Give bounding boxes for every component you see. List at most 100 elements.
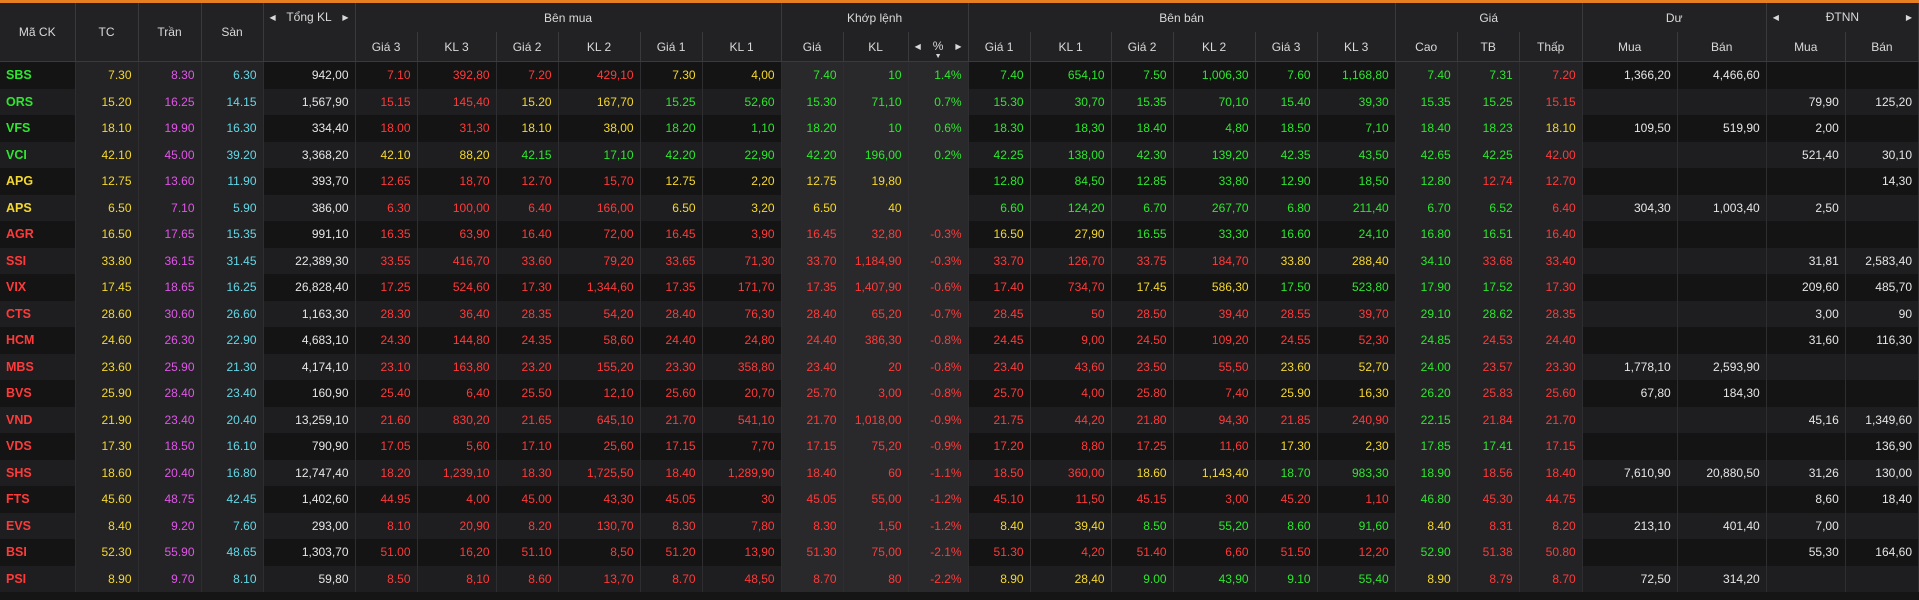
sell-volume-cell: 240,90 [1317,406,1396,433]
board-row[interactable]: HCM 24.60 26.30 22.90 4,683,10 24.30 144,80 24.… [0,327,1919,354]
caret-left-icon[interactable]: ◀ [1773,3,1779,32]
board-row[interactable]: EVS 8.40 9.20 7.60 293,00 8.10 20,90 8.20 130,70… [0,512,1919,539]
col-buy-vol-3[interactable]: KL 3 [417,32,497,62]
buy-price-cell: 21.65 [496,406,559,433]
total-volume-cell: 393,70 [263,168,356,195]
buy-volume-cell: 22,90 [702,141,782,168]
buy-volume-cell: 43,30 [558,486,641,513]
col-buy-price-1[interactable]: Giá 1 [640,32,703,62]
remaining-sell-cell [1677,141,1767,168]
caret-left-icon[interactable]: ◀ [270,3,276,32]
remaining-buy-cell: 213,10 [1582,512,1678,539]
board-row[interactable]: SHS 18.60 20.40 16.80 12,747,40 18.20 1,239,10… [0,459,1919,486]
sell-price-cell: 8.60 [1255,512,1318,539]
col-buy-price-3[interactable]: Giá 3 [355,32,418,62]
symbol-cell: VCI [0,141,76,168]
low-cell: 17.15 [1519,433,1583,460]
board-row[interactable]: BVS 25.90 28.40 23.40 160,90 25.40 6,40 25.50 12… [0,380,1919,407]
col-floor[interactable]: Sàn [201,3,264,62]
foreign-sell-cell: 14,30 [1845,168,1919,195]
remaining-sell-cell [1677,247,1767,274]
remaining-buy-cell [1582,406,1678,433]
sell-volume-cell: 39,70 [1317,300,1396,327]
col-match-percent[interactable]: ◀ % ▼ ▶ [908,32,969,62]
col-foreign-sell[interactable]: Bán [1845,32,1919,62]
col-sell-vol-3[interactable]: KL 3 [1317,32,1396,62]
col-foreign-buy[interactable]: Mua [1766,32,1846,62]
match-volume-cell: 60 [843,459,909,486]
sell-volume-cell: 70,10 [1173,88,1256,115]
remaining-buy-cell: 72,50 [1582,565,1678,592]
col-buy-vol-2[interactable]: KL 2 [558,32,641,62]
floor-cell: 16.80 [201,459,264,486]
symbol-cell: VND [0,406,76,433]
average-cell: 16.51 [1457,221,1520,248]
match-price-cell: 12.75 [781,168,844,195]
board-row[interactable]: VDS 17.30 18.50 16.10 790,90 17.05 5,60 17.10 25… [0,433,1919,460]
col-match-price[interactable]: Giá [781,32,844,62]
foreign-buy-cell [1766,433,1846,460]
remaining-sell-cell [1677,221,1767,248]
sell-volume-cell: 586,30 [1173,274,1256,301]
board-row[interactable]: AGR 16.50 17.65 15.35 991,10 16.35 63,90 16.40 7… [0,221,1919,248]
caret-right-icon[interactable]: ▶ [342,3,348,32]
col-remaining-buy[interactable]: Mua [1582,32,1678,62]
high-cell: 7.40 [1395,61,1458,89]
caret-right-icon[interactable]: ▶ [955,32,961,61]
board-row[interactable]: CTS 28.60 30.60 26.60 1,163,30 28.30 36,40 28.3… [0,300,1919,327]
col-sell-price-2[interactable]: Giá 2 [1111,32,1174,62]
col-match-volume[interactable]: KL [843,32,909,62]
sell-price-cell: 15.30 [968,88,1031,115]
buy-price-cell: 12.65 [355,168,418,195]
board-row[interactable]: VND 21.90 23.40 20.40 13,259,10 21.60 830,20 21… [0,406,1919,433]
match-price-cell: 6.50 [781,194,844,221]
board-row[interactable]: FTS 45.60 48.75 42.45 1,402,60 44.95 4,00 45.00… [0,486,1919,513]
col-ceiling[interactable]: Trần [138,3,202,62]
board-row[interactable]: ORS 15.20 16.25 14.15 1,567,90 15.15 145,40 15.… [0,88,1919,115]
low-cell: 50.80 [1519,539,1583,566]
board-row[interactable]: MBS 23.60 25.90 21.30 4,174,10 23.10 163,80 23.… [0,353,1919,380]
col-high[interactable]: Cao [1395,32,1458,62]
board-row[interactable]: SSI 33.80 36.15 31.45 22,389,30 33.55 416,70 33… [0,247,1919,274]
total-volume-cell: 12,747,40 [263,459,356,486]
ceiling-cell: 18.65 [138,274,202,301]
symbol-cell: APG [0,168,76,195]
col-buy-price-2[interactable]: Giá 2 [496,32,559,62]
board-row[interactable]: PSI 8.90 9.70 8.10 59,80 8.50 8,10 8.60 13,70 8.7… [0,565,1919,592]
caret-right-icon[interactable]: ▶ [1906,3,1912,32]
sell-price-cell: 18.30 [968,115,1031,142]
col-buy-vol-1[interactable]: KL 1 [702,32,782,62]
board-row[interactable]: VIX 17.45 18.65 16.25 26,828,40 17.25 524,60 17… [0,274,1919,301]
col-sell-price-3[interactable]: Giá 3 [1255,32,1318,62]
col-sell-vol-1[interactable]: KL 1 [1030,32,1112,62]
symbol-cell: VFS [0,115,76,142]
col-average[interactable]: TB [1457,32,1520,62]
col-sell-vol-2[interactable]: KL 2 [1173,32,1256,62]
symbol-cell: ORS [0,88,76,115]
buy-volume-cell: 1,239,10 [417,459,497,486]
col-symbol[interactable]: Mã CK [0,3,76,62]
col-low[interactable]: Thấp [1519,32,1583,62]
board-row[interactable]: VFS 18.10 19.90 16.30 334,40 18.00 31,30 18.10 3… [0,115,1919,142]
floor-cell: 5.90 [201,194,264,221]
reference-cell: 12.75 [75,168,139,195]
board-row[interactable]: APS 6.50 7.10 5.90 386,00 6.30 100,00 6.40 166,0… [0,194,1919,221]
buy-volume-cell: 7,80 [702,512,782,539]
reference-cell: 18.60 [75,459,139,486]
total-volume-cell: 1,163,30 [263,300,356,327]
board-row[interactable]: VCI 42.10 45.00 39.20 3,368,20 42.10 88,20 42.1… [0,141,1919,168]
col-remaining-sell[interactable]: Bán [1677,32,1767,62]
col-total-volume[interactable]: ◀ Tổng KL ▶ [263,3,356,62]
average-cell: 17.41 [1457,433,1520,460]
sell-volume-cell: 18,30 [1030,115,1112,142]
col-sell-price-1[interactable]: Giá 1 [968,32,1031,62]
board-row[interactable]: SBS 7.30 8.30 6.30 942,00 7.10 392,80 7.20 429,1… [0,61,1919,89]
high-cell: 29.10 [1395,300,1458,327]
floor-cell: 39.20 [201,141,264,168]
buy-price-cell: 15.15 [355,88,418,115]
board-row[interactable]: APG 12.75 13.60 11.90 393,70 12.65 18,70 12.70 1… [0,168,1919,195]
col-reference[interactable]: TC [75,3,139,62]
buy-volume-cell: 1,10 [702,115,782,142]
caret-left-icon[interactable]: ◀ [915,32,921,61]
board-row[interactable]: BSI 52.30 55.90 48.65 1,303,70 51.00 16,20 51.1… [0,539,1919,566]
